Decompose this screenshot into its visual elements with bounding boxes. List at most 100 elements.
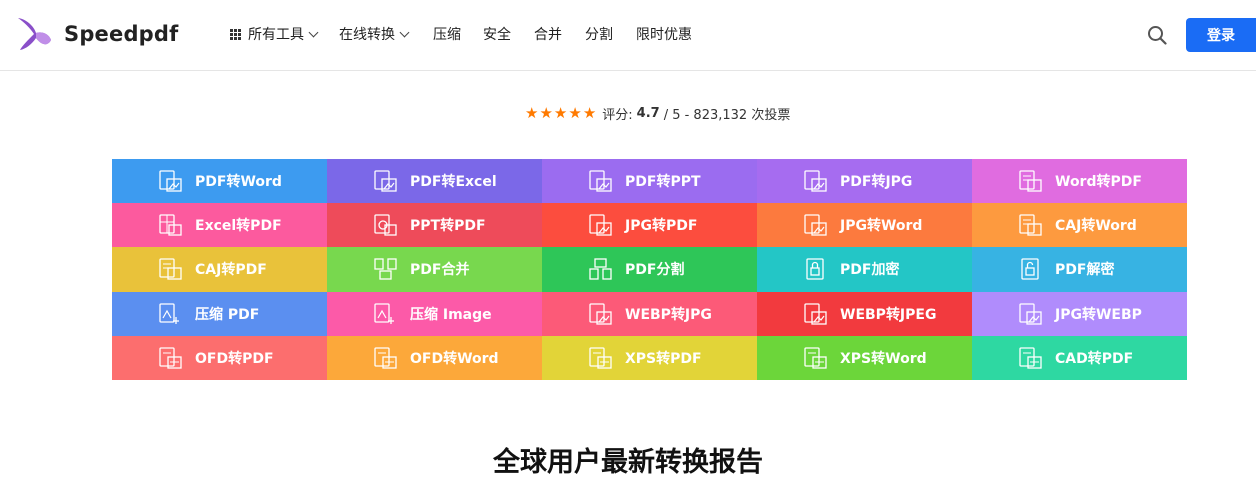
brand-name: Speedpdf: [64, 22, 179, 46]
tool-tile-label: WEBP转JPEG: [840, 306, 937, 323]
doc-icon: [1019, 214, 1042, 236]
nav-all-tools-label: 所有工具: [248, 27, 304, 43]
nav-split-label: 分割: [585, 27, 613, 43]
nav-merge-label: 合并: [534, 27, 562, 43]
section-title: 全球用户最新转换报告: [493, 447, 763, 478]
nav-security[interactable]: 安全: [483, 24, 511, 44]
tool-tile-label: PDF分割: [625, 262, 685, 279]
tool-tile-label: CAD转PDF: [1055, 350, 1134, 367]
compress-icon: [159, 303, 179, 324]
top-header: Speedpdf 所有工具 在线转换 压缩 安全 合并 分割 限时优惠 登录: [0, 0, 1256, 71]
tool-tile[interactable]: PDF解密: [972, 247, 1187, 292]
star-icon: ★: [553, 103, 568, 122]
tool-tile[interactable]: PDF转Word: [112, 159, 327, 204]
tool-tile[interactable]: PDF转Excel: [327, 159, 542, 204]
tool-tile-label: PDF转PPT: [625, 174, 701, 191]
split-icon: [589, 258, 612, 281]
tool-tile[interactable]: Word转PDF: [972, 159, 1187, 204]
tool-tile[interactable]: JPG转Word: [757, 203, 972, 248]
image-doc-icon: [804, 214, 827, 236]
star-icon: ★: [525, 103, 539, 122]
chevron-down-icon: [399, 27, 410, 37]
butterfly-logo-icon: [18, 18, 51, 50]
tool-grid: PDF转Word PDF转Excel PDF转PPT PDF转JPG Word转PDF E…: [112, 159, 1187, 380]
tool-tile[interactable]: CAJ转PDF: [112, 247, 327, 292]
tool-tile[interactable]: CAJ转Word: [972, 203, 1187, 248]
nav-split[interactable]: 分割: [585, 24, 613, 44]
brand-logo[interactable]: Speedpdf: [16, 16, 178, 52]
tool-tile-label: PDF加密: [840, 262, 900, 279]
table-doc-icon: [159, 214, 182, 236]
tool-tile[interactable]: XPS转Word: [757, 335, 972, 380]
tool-tile[interactable]: OFD转Word: [327, 335, 542, 380]
tool-tile[interactable]: PDF转PPT: [542, 159, 757, 204]
image-doc-icon: [589, 170, 612, 192]
tool-tile[interactable]: JPG转WEBP: [972, 291, 1187, 336]
tool-tile-label: XPS转PDF: [625, 350, 702, 367]
image-doc-icon: [1019, 303, 1042, 325]
xps-doc-icon: [589, 347, 612, 369]
tool-tile[interactable]: PDF加密: [757, 247, 972, 292]
rating-score: 4.7: [636, 105, 660, 121]
ofd-doc-icon: [374, 347, 397, 369]
tool-tile[interactable]: 压缩 PDF: [112, 291, 327, 336]
merge-icon: [374, 258, 397, 281]
image-doc-icon: [589, 303, 612, 325]
tool-tile-label: 压缩 Image: [410, 306, 492, 323]
tool-tile[interactable]: PDF分割: [542, 247, 757, 292]
nav-security-label: 安全: [483, 27, 511, 43]
grid-icon: [230, 28, 241, 40]
chevron-down-icon: [308, 27, 319, 37]
tool-tile[interactable]: XPS转PDF: [542, 335, 757, 380]
tool-tile-label: PDF转Excel: [410, 174, 497, 191]
tool-tile-label: WEBP转JPG: [625, 306, 712, 323]
nav-merge[interactable]: 合并: [534, 24, 562, 44]
tool-tile-label: JPG转Word: [840, 218, 923, 235]
tool-tile[interactable]: JPG转PDF: [542, 203, 757, 248]
nav-compress[interactable]: 压缩: [433, 24, 461, 44]
image-doc-icon: [589, 214, 612, 236]
nav-online-convert-label: 在线转换: [339, 27, 395, 43]
doc-icon: [1019, 170, 1042, 192]
tool-tile[interactable]: WEBP转JPG: [542, 291, 757, 336]
tool-tile-label: CAJ转PDF: [195, 262, 267, 279]
nav-limited-offer-label: 限时优惠: [636, 27, 692, 43]
image-doc-icon: [159, 170, 182, 192]
ofd-doc-icon: [159, 347, 182, 369]
lock-icon: [806, 258, 824, 281]
tool-tile[interactable]: Excel转PDF: [112, 203, 327, 248]
xps-doc-icon: [804, 347, 827, 369]
tool-tile-label: PDF合并: [410, 262, 470, 279]
login-button[interactable]: 登录: [1186, 18, 1256, 52]
nav-limited-offer[interactable]: 限时优惠: [636, 24, 692, 44]
tool-tile-label: Word转PDF: [1055, 174, 1142, 191]
tool-tile[interactable]: PPT转PDF: [327, 203, 542, 248]
tool-tile-label: CAJ转Word: [1055, 218, 1137, 235]
tool-tile-label: JPG转WEBP: [1055, 306, 1142, 323]
tool-tile-label: OFD转PDF: [195, 350, 274, 367]
doc-icon: [159, 258, 182, 281]
tool-tile-label: PPT转PDF: [410, 218, 486, 235]
tool-tile[interactable]: PDF转JPG: [757, 159, 972, 204]
tool-tile-label: PDF解密: [1055, 262, 1115, 279]
tool-tile[interactable]: 压缩 Image: [327, 291, 542, 336]
star-icon: ★: [539, 103, 553, 122]
image-doc-icon: [804, 170, 827, 192]
rating-suffix: / 5 - 823,132 次投票: [663, 107, 791, 123]
ppt-doc-icon: [374, 214, 397, 236]
nav-compress-label: 压缩: [433, 27, 461, 43]
tool-tile-label: 压缩 PDF: [195, 306, 260, 323]
star-icon: ★: [568, 103, 582, 122]
nav-all-tools[interactable]: 所有工具: [230, 24, 319, 44]
tool-tile[interactable]: WEBP转JPEG: [757, 291, 972, 336]
tool-tile[interactable]: OFD转PDF: [112, 335, 327, 380]
rating-bar: ★ ★ ★ ★ ★ 评分: 4.7 / 5 - 823,132 次投票: [525, 103, 791, 123]
search-icon[interactable]: [1147, 25, 1167, 45]
tool-tile[interactable]: CAD转PDF: [972, 335, 1187, 380]
main-nav: 所有工具 在线转换 压缩 安全 合并 分割 限时优惠: [230, 22, 692, 46]
nav-online-convert[interactable]: 在线转换: [339, 24, 410, 44]
image-doc-icon: [804, 303, 827, 325]
tool-tile-label: XPS转Word: [840, 350, 927, 367]
star-icon: ★: [582, 103, 597, 122]
tool-tile[interactable]: PDF合并: [327, 247, 542, 292]
